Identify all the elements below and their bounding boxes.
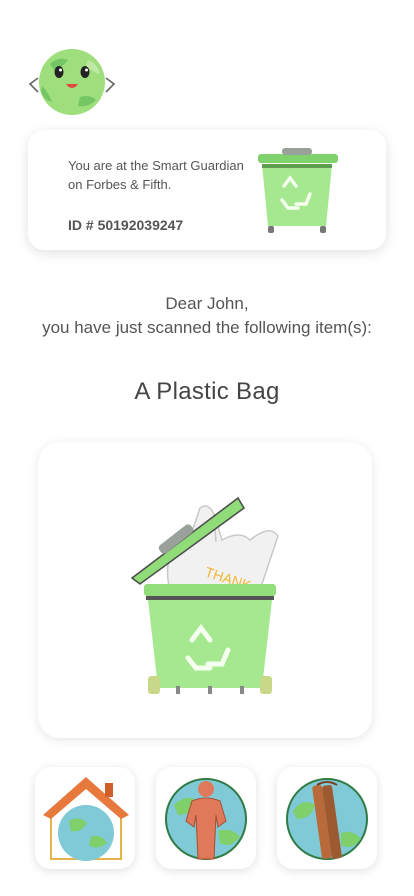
recycling-bin-with-plastic-bag-icon: THANK (130, 480, 290, 700)
earth-person-badge[interactable] (156, 767, 256, 869)
greeting-line-2: you have just scanned the following item… (42, 318, 372, 337)
earth-cinnamon-icon (286, 778, 368, 860)
recycling-bin-icon (252, 142, 342, 236)
location-card: You are at the Smart Guardian on Forbes … (28, 130, 386, 250)
scanned-item-title: A Plastic Bag (134, 378, 280, 405)
scanned-item-card: THANK (38, 442, 372, 738)
greeting-message: Dear John, you have just scanned the fol… (0, 292, 414, 340)
earth-person-icon (165, 778, 247, 860)
greeting-line-1: Dear John, (165, 294, 249, 313)
earth-house-badge[interactable] (35, 767, 135, 869)
smiling-globe-icon (28, 42, 116, 118)
earth-house-icon (43, 777, 129, 861)
earth-cinnamon-badge[interactable] (277, 767, 377, 869)
location-message: You are at the Smart Guardian on Forbes … (68, 158, 244, 192)
guardian-id: ID # 50192039247 (68, 217, 184, 233)
scan-result-screen: You are at the Smart Guardian on Forbes … (0, 0, 414, 896)
